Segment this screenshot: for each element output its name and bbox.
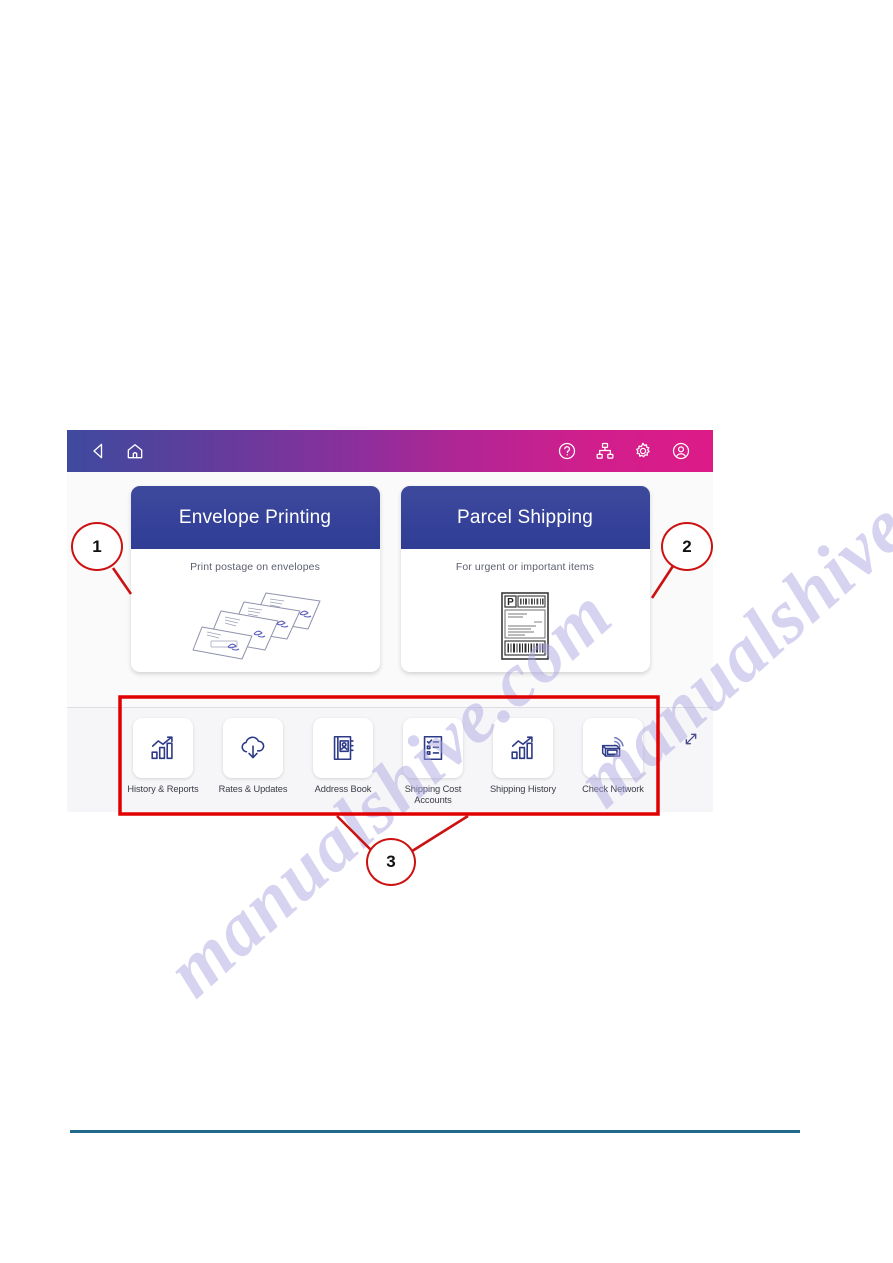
settings-gear-icon[interactable] xyxy=(633,441,653,461)
parcel-shipping-subtitle: For urgent or important items xyxy=(455,561,595,573)
callout-marker-3: 3 xyxy=(366,838,416,886)
envelope-stack-illustration xyxy=(180,579,330,672)
shortcut-label: Address Book xyxy=(314,784,372,794)
shortcut-shipping-cost-accounts[interactable]: Shipping Cost Accounts xyxy=(392,718,474,805)
parcel-shipping-card-header: Parcel Shipping xyxy=(400,486,650,549)
shipping-label-illustration: P xyxy=(501,579,549,672)
network-icon[interactable] xyxy=(595,441,615,461)
device-screenshot: Envelope Printing Print postage on envel… xyxy=(67,430,713,812)
shortcut-check-network[interactable]: Check Network xyxy=(572,718,654,805)
help-icon[interactable] xyxy=(557,441,577,461)
shortcut-label: Shipping Cost Accounts xyxy=(404,784,462,805)
shortcuts-row: History & Reports Rates & Updates Addres… xyxy=(122,718,654,805)
shortcut-rates-and-updates[interactable]: Rates & Updates xyxy=(212,718,294,805)
shortcut-label: Rates & Updates xyxy=(218,784,288,794)
parcel-shipping-card-body: For urgent or important items P xyxy=(401,549,650,672)
envelope-printing-subtitle: Print postage on envelopes xyxy=(190,561,320,573)
app-bar-left-group xyxy=(89,441,145,461)
bar-chart-trend-icon xyxy=(133,718,193,778)
footer-rule xyxy=(70,1130,800,1133)
parcel-shipping-card[interactable]: Parcel Shipping For urgent or important … xyxy=(400,486,650,672)
app-bar xyxy=(67,430,713,472)
envelope-printing-title: Envelope Printing xyxy=(178,506,332,528)
callout-3-leader-line-left xyxy=(336,815,373,852)
envelope-printing-card-header: Envelope Printing xyxy=(130,486,380,549)
expand-diagonal-icon[interactable] xyxy=(683,731,699,747)
checklist-icon xyxy=(403,718,463,778)
app-bar-right-group xyxy=(557,441,691,461)
shortcut-shipping-history[interactable]: Shipping History xyxy=(482,718,564,805)
envelope-printing-card-body: Print postage on envelopes xyxy=(131,549,380,672)
home-icon[interactable] xyxy=(125,441,145,461)
cloud-download-icon xyxy=(223,718,283,778)
shortcut-history-and-reports[interactable]: History & Reports xyxy=(122,718,204,805)
callout-marker-1: 1 xyxy=(71,522,123,571)
shortcut-label: History & Reports xyxy=(127,784,199,794)
shortcut-address-book[interactable]: Address Book xyxy=(302,718,384,805)
shortcut-label: Shipping History xyxy=(489,784,557,794)
callout-3-leader-line-right xyxy=(408,814,469,855)
hero-card-row: Envelope Printing Print postage on envel… xyxy=(67,472,713,707)
user-account-icon[interactable] xyxy=(671,441,691,461)
shortcuts-region: History & Reports Rates & Updates Addres… xyxy=(67,708,713,812)
network-device-icon xyxy=(583,718,643,778)
bar-chart-trend-icon xyxy=(493,718,553,778)
parcel-shipping-title: Parcel Shipping xyxy=(456,506,594,528)
callout-marker-2: 2 xyxy=(661,522,713,571)
shortcut-label: Check Network xyxy=(582,784,644,794)
svg-text:P: P xyxy=(507,597,514,608)
address-book-icon xyxy=(313,718,373,778)
envelope-printing-card[interactable]: Envelope Printing Print postage on envel… xyxy=(130,486,380,672)
back-icon[interactable] xyxy=(89,441,109,461)
